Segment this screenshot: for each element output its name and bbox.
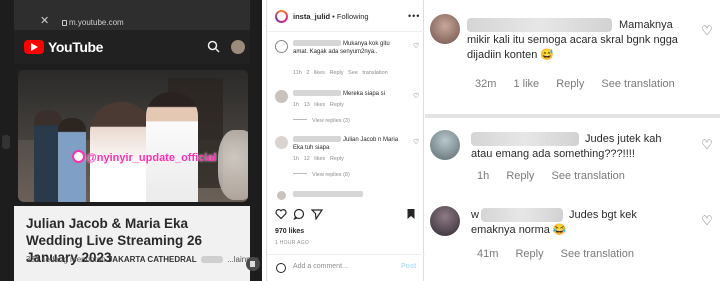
comment-time: 1h [293, 102, 300, 108]
share-icon[interactable] [311, 208, 323, 220]
youtube-logo-icon[interactable] [24, 40, 44, 54]
lock-icon [62, 20, 67, 26]
avatar[interactable] [430, 206, 460, 236]
heart-icon[interactable]: ♡ [700, 138, 714, 152]
avatar[interactable] [275, 10, 288, 23]
more-icon[interactable]: ••• [408, 11, 420, 21]
search-icon[interactable] [207, 40, 220, 53]
video-flowers [218, 130, 248, 200]
comment-text: Julian Jacob n Maria Eka tuh siapa [293, 136, 403, 152]
comment-time: 32m [475, 78, 497, 90]
comment-text: Mereka siapa si [293, 90, 403, 98]
translate-button[interactable]: See translation [561, 248, 634, 260]
watermark-logo-icon [72, 150, 85, 163]
heart-icon[interactable]: ♡ [700, 24, 714, 38]
reply-button[interactable]: Reply [329, 70, 343, 76]
post-actions [267, 206, 425, 224]
comment-time: 11h [293, 70, 302, 76]
youtube-brand[interactable]: YouTube [48, 39, 103, 55]
channel-name[interactable]: JAKARTA CATHEDRAL [108, 255, 197, 264]
url-label: m.youtube.com [69, 18, 124, 27]
blurred-username [293, 191, 363, 197]
comment-likes[interactable]: 13 likes [304, 102, 326, 108]
heart-icon[interactable]: ♡ [413, 92, 419, 100]
comment-time: 1h [293, 156, 300, 162]
username[interactable]: insta_julid [293, 12, 330, 21]
blurred-username [293, 136, 341, 142]
comment-meta: 11h 2 likes Reply See translation [293, 70, 388, 76]
blurred-username [293, 40, 341, 46]
translate-button[interactable]: See translation [552, 170, 625, 182]
avatar[interactable] [275, 40, 288, 53]
reply-button[interactable]: Reply [506, 170, 534, 182]
add-comment-bar: Add a comment... Post [267, 254, 425, 281]
video-info-card: Julian Jacob & Maria Eka Wedding Live St… [14, 206, 259, 281]
follow-status[interactable]: Following [337, 12, 369, 21]
emoji-icon[interactable] [276, 263, 286, 273]
close-icon[interactable]: ✕ [40, 14, 49, 27]
blurred-username [293, 90, 341, 96]
avatar[interactable] [275, 90, 288, 103]
comment-meta: 41m Reply See translation [477, 248, 648, 260]
left-arrow-icon [2, 135, 10, 149]
avatar[interactable] [277, 191, 286, 200]
likes-count[interactable]: 970 likes [275, 228, 304, 235]
blurred-text [200, 256, 223, 263]
comment-likes[interactable]: 12 likes [304, 156, 326, 162]
comment-meta: 32m 1 like Reply See translation [475, 78, 689, 90]
heart-icon[interactable]: ♡ [413, 42, 419, 50]
comment-text [293, 191, 403, 199]
comment-icon[interactable] [293, 208, 305, 220]
comment-text: Judes jutek kah atau emang ada something… [471, 133, 662, 160]
comment-text: Mukanya kok gitu amat. Kagak ada senyum2… [293, 40, 403, 56]
heart-icon[interactable] [275, 208, 287, 220]
mute-icon[interactable] [246, 257, 260, 271]
translate-button[interactable]: See translation [601, 78, 674, 90]
reply-button[interactable]: Reply [556, 78, 584, 90]
translate-button[interactable]: See translation [348, 70, 388, 76]
watermark-text: @nyinyir_update_official [86, 152, 217, 164]
instagram-screenshot: insta_julid • Following ••• Mukanya kok … [266, 0, 425, 281]
comment-likes[interactable]: 2 likes [306, 70, 325, 76]
video-meta: 331 sedang menonton JAKARTA CATHEDRAL ..… [26, 255, 259, 264]
comment-text: Judes bgt kek emaknya norma 😂 [471, 209, 637, 236]
video-player[interactable] [18, 70, 248, 202]
avatar[interactable] [430, 130, 460, 160]
comment-likes[interactable]: 1 like [513, 78, 539, 90]
reply-button[interactable]: Reply [330, 102, 344, 108]
youtube-screenshot: ✕ m.youtube.com YouTube @nyinyir_update_… [0, 0, 262, 281]
avatar[interactable] [231, 40, 245, 54]
video-groom [146, 92, 198, 202]
comment-screenshot-top: Mamaknya mikir kali itu semoga acara skr… [425, 0, 720, 114]
watching-count: 331 sedang menonton [26, 255, 106, 264]
comment-time: 41m [477, 248, 499, 260]
post-username[interactable]: insta_julid • Following [293, 12, 369, 21]
url-text[interactable]: m.youtube.com [62, 18, 124, 27]
post-time: 1 HOUR AGO [275, 240, 310, 246]
comment-text: Mamaknya mikir kali itu semoga acara skr… [467, 19, 678, 61]
comment-input[interactable]: Add a comment... [293, 263, 348, 270]
avatar[interactable] [275, 136, 288, 149]
heart-icon[interactable]: ♡ [413, 138, 419, 146]
comment-meta: 1h 12 likes Reply [293, 156, 344, 162]
comment-screenshot-bottom: Judes jutek kah atau emang ada something… [425, 118, 720, 281]
comment-meta: 1h Reply See translation [477, 170, 639, 182]
bookmark-icon[interactable] [405, 208, 417, 220]
youtube-header: YouTube [14, 30, 250, 64]
reply-button[interactable]: Reply [330, 156, 344, 162]
view-replies-link[interactable]: View replies (8) [293, 172, 350, 178]
reply-button[interactable]: Reply [515, 248, 543, 260]
post-button[interactable]: Post [401, 263, 416, 270]
comment-body: Mereka siapa si [343, 91, 386, 97]
comment-time: 1h [477, 170, 490, 182]
heart-icon[interactable]: ♡ [700, 214, 714, 228]
browser-address-bar[interactable]: ✕ m.youtube.com [14, 0, 250, 30]
avatar[interactable] [430, 14, 460, 44]
view-replies-link[interactable]: View replies (3) [293, 118, 350, 124]
comment-meta: 1h 13 likes Reply [293, 102, 344, 108]
post-header: insta_julid • Following ••• [267, 0, 425, 32]
